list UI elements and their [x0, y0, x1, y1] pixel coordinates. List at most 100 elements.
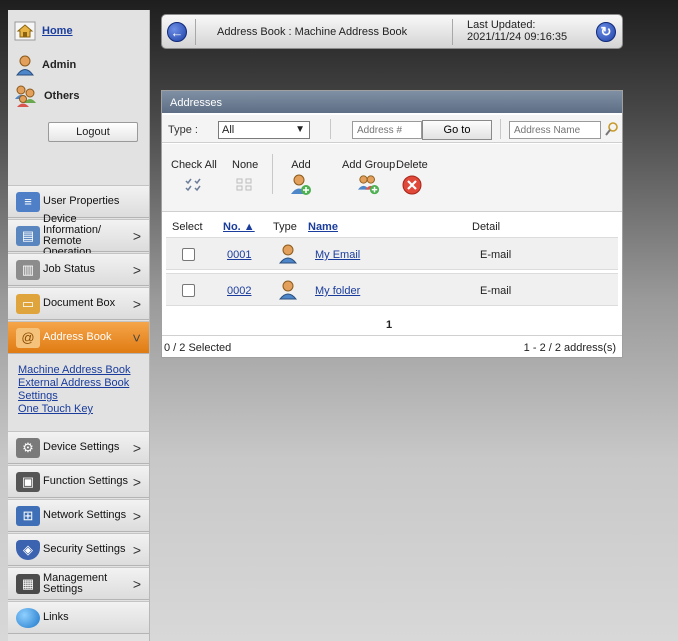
sidebar-item-label: Device Settings: [43, 441, 120, 453]
table-row: 0002 My folder E-mail: [166, 273, 618, 306]
search-icon[interactable]: [605, 121, 619, 137]
add-group-icon: [357, 174, 380, 196]
add-group-label: Add Group: [342, 159, 396, 171]
add-label: Add: [291, 159, 311, 171]
admin-user-icon: [16, 55, 34, 76]
sidebar-item-device-settings[interactable]: ⚙ Device Settings >: [8, 431, 149, 464]
sidebar-item-security-settings[interactable]: ◈ Security Settings >: [8, 533, 149, 566]
device-settings-icon: ⚙: [16, 437, 40, 458]
document-box-icon: ▭: [16, 293, 40, 314]
sidebar-item-document-box[interactable]: ▭ Document Box >: [8, 287, 149, 320]
chevron-right-icon: >: [132, 473, 141, 490]
address-name-input[interactable]: [509, 121, 601, 139]
submenu-external-address-book[interactable]: External Address Book: [18, 377, 150, 389]
sidebar-item-job-status[interactable]: ▥ Job Status >: [8, 253, 149, 286]
sidebar-home[interactable]: Home: [14, 21, 73, 41]
submenu-one-touch-key[interactable]: One Touch Key: [18, 403, 150, 415]
sidebar-admin[interactable]: Admin: [14, 54, 76, 76]
chevron-down-icon: ▼: [295, 124, 305, 135]
filter-bar: Type : All ▼ Go to: [162, 115, 622, 143]
delete-icon: [401, 174, 423, 196]
check-all-button[interactable]: Check All: [171, 159, 217, 196]
footer-divider: [162, 335, 622, 336]
row-checkbox[interactable]: [182, 284, 195, 297]
chevron-down-icon: >: [128, 333, 145, 342]
home-link[interactable]: Home: [42, 25, 73, 37]
sidebar-item-function-settings[interactable]: ▣ Function Settings >: [8, 465, 149, 498]
type-select[interactable]: All ▼: [218, 121, 310, 139]
row-checkbox[interactable]: [182, 248, 195, 261]
delete-label: Delete: [396, 159, 428, 171]
goto-button[interactable]: Go to: [422, 120, 492, 140]
row-number-link[interactable]: 0001: [227, 249, 251, 261]
row-number-link[interactable]: 0002: [227, 285, 251, 297]
last-updated-value: 2021/11/24 09:16:35: [467, 31, 568, 43]
page-title: Address Book : Machine Address Book: [217, 26, 408, 38]
last-updated: Last Updated: 2021/11/24 09:16:35: [467, 19, 567, 43]
sidebar-item-label: Job Status: [43, 263, 95, 275]
sidebar-item-label: Function Settings: [43, 475, 128, 487]
page-number[interactable]: 1: [386, 319, 392, 331]
toolbar-divider: [272, 154, 273, 194]
column-header-number[interactable]: No. ▲: [223, 221, 255, 233]
refresh-button[interactable]: ↻: [596, 22, 616, 42]
network-settings-icon: ⊞: [16, 505, 40, 526]
sidebar-item-address-book[interactable]: @ Address Book >: [8, 321, 149, 354]
sidebar-item-label: Security Settings: [43, 543, 126, 555]
table-row: 0001 My Email E-mail: [166, 237, 618, 270]
sidebar-item-management-settings[interactable]: ▦ Management Settings >: [8, 567, 149, 600]
type-label: Type :: [168, 124, 198, 136]
none-button[interactable]: None: [232, 159, 258, 196]
add-contact-icon: [290, 174, 312, 196]
management-settings-icon: ▦: [16, 573, 40, 594]
row-detail: E-mail: [480, 249, 512, 261]
header-bar: ← Address Book : Machine Address Book La…: [161, 14, 623, 49]
column-header-select: Select: [172, 221, 203, 233]
sidebar: Home Admin Others Logout ≡ User Properti…: [8, 10, 150, 641]
address-range: 1 - 2 / 2 address(s): [523, 342, 616, 354]
logout-button[interactable]: Logout: [48, 122, 138, 142]
add-button[interactable]: Add: [290, 159, 312, 196]
globe-icon: [16, 607, 40, 628]
chevron-right-icon: >: [132, 439, 141, 456]
submenu-external-address-book-settings[interactable]: Settings: [18, 390, 150, 402]
column-header-type: Type: [273, 221, 297, 233]
chevron-right-icon: >: [132, 507, 141, 524]
toolbar: Check All None Add Add Group Delete: [162, 144, 622, 212]
sidebar-item-label: User Properties: [43, 195, 120, 207]
column-header-name[interactable]: Name: [308, 221, 338, 233]
refresh-icon: ↻: [600, 24, 612, 39]
last-updated-label: Last Updated:: [467, 19, 536, 31]
header-divider: [195, 19, 196, 45]
chevron-right-icon: >: [132, 227, 141, 244]
type-select-value: All: [222, 124, 235, 136]
others-label: Others: [44, 90, 80, 102]
delete-button[interactable]: Delete: [396, 159, 428, 196]
sidebar-item-network-settings[interactable]: ⊞ Network Settings >: [8, 499, 149, 532]
address-number-input[interactable]: [352, 121, 422, 139]
address-book-submenu: Machine Address Book External Address Bo…: [18, 364, 150, 416]
device-information-icon: ▤: [16, 225, 40, 246]
sidebar-others[interactable]: Others: [14, 84, 79, 108]
sidebar-item-device-information[interactable]: ▤ Device Information/ Remote Operation >: [8, 213, 149, 257]
check-all-icon: [183, 174, 205, 196]
shield-icon: ◈: [16, 539, 40, 560]
header-divider: [452, 19, 453, 45]
sidebar-item-label-line2: Settings: [43, 582, 83, 595]
panel-title: Addresses: [162, 91, 622, 113]
user-properties-icon: ≡: [16, 191, 40, 212]
submenu-machine-address-book[interactable]: Machine Address Book: [18, 364, 150, 376]
others-users-icon: [15, 85, 36, 107]
row-name-link[interactable]: My Email: [315, 249, 360, 261]
home-icon: [14, 21, 36, 41]
addresses-panel: Addresses Type : All ▼ Go to Check All N…: [161, 90, 623, 358]
row-name-link[interactable]: My folder: [315, 285, 360, 297]
row-detail: E-mail: [480, 285, 512, 297]
add-group-button[interactable]: Add Group: [342, 159, 395, 196]
function-settings-icon: ▣: [16, 471, 40, 492]
back-button[interactable]: ←: [167, 22, 187, 42]
sidebar-item-links[interactable]: Links: [8, 601, 149, 634]
column-header-detail: Detail: [472, 221, 501, 233]
chevron-right-icon: >: [132, 261, 141, 278]
sidebar-item-label: Links: [43, 611, 69, 623]
